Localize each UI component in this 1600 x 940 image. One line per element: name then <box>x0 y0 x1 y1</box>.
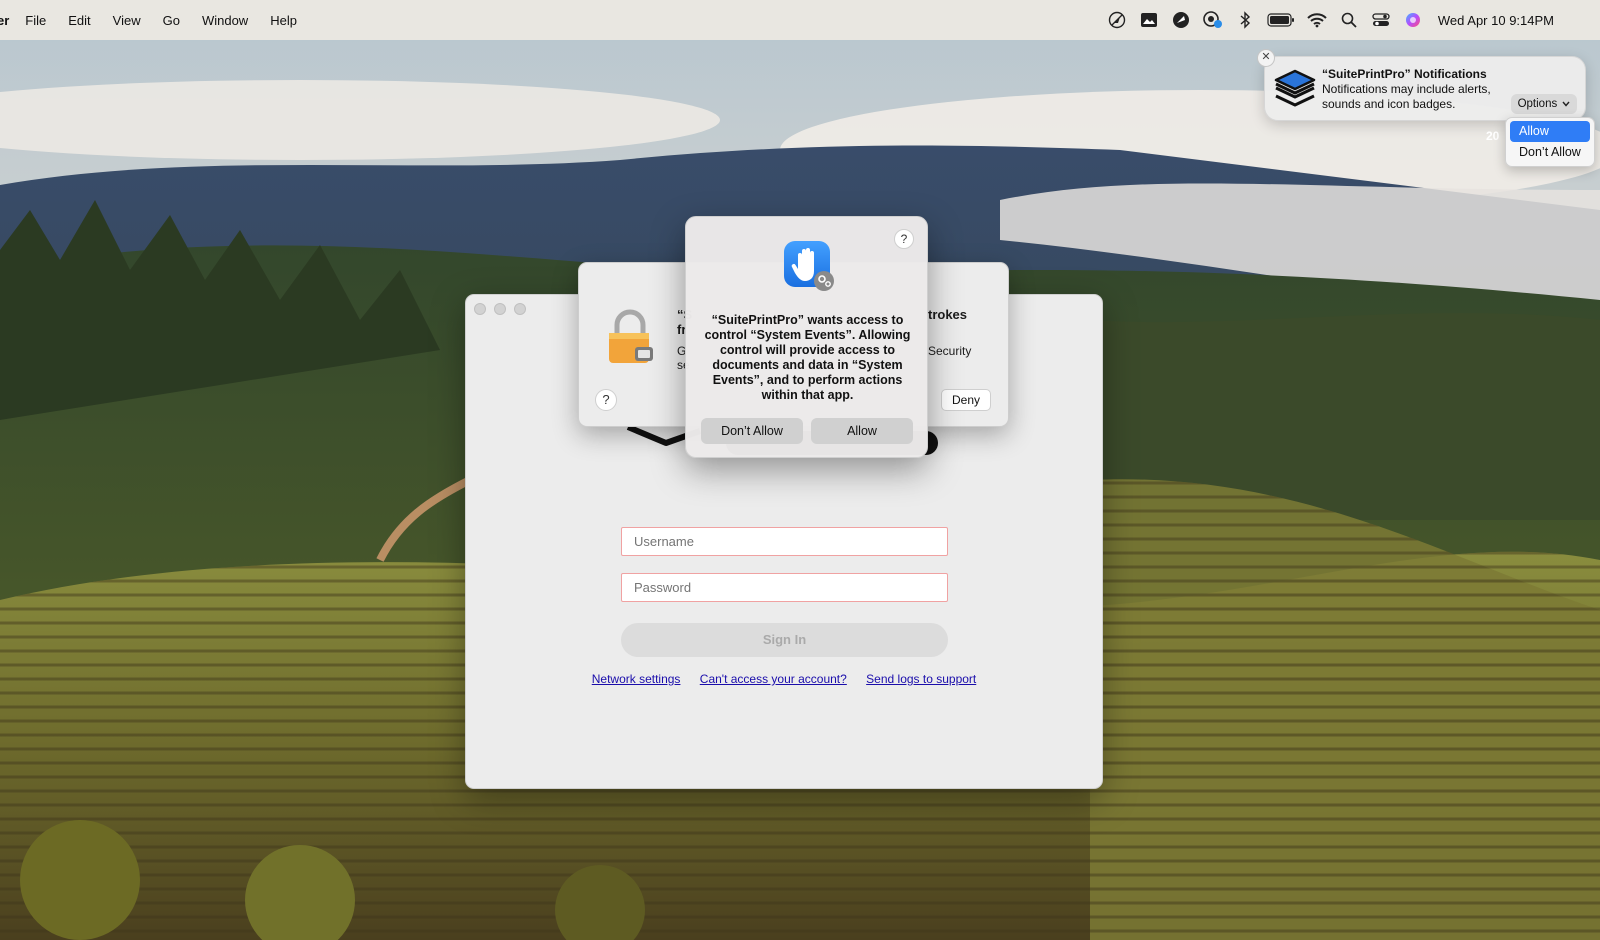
username-input[interactable] <box>621 527 948 556</box>
automation-access-dialog: ? “SuitePrintPro” wants access to contro… <box>685 216 928 458</box>
sign-in-button[interactable]: Sign In <box>621 623 948 657</box>
help-button[interactable]: ? <box>894 229 914 249</box>
menu-bar-left: er File Edit View Go Window Help <box>0 13 319 28</box>
option-allow[interactable]: Allow <box>1510 121 1590 142</box>
cloud-badge-icon[interactable] <box>1202 9 1224 31</box>
zoom-window-button[interactable] <box>514 303 526 315</box>
app-menu-name[interactable]: er <box>0 13 9 28</box>
no-location-icon[interactable] <box>1106 9 1128 31</box>
lock-icon <box>605 309 655 368</box>
clipped-widget-date: 20 <box>1486 129 1500 143</box>
dont-allow-button[interactable]: Don’t Allow <box>701 418 803 444</box>
wifi-icon[interactable] <box>1306 9 1328 31</box>
help-button[interactable]: ? <box>595 389 617 411</box>
chevron-down-icon <box>1562 94 1570 114</box>
battery-icon[interactable] <box>1266 9 1296 31</box>
send-logs-link[interactable]: Send logs to support <box>866 672 976 686</box>
menu-bar: er File Edit View Go Window Help Wed Apr… <box>0 0 1600 40</box>
menu-help[interactable]: Help <box>270 13 297 28</box>
app-layers-icon <box>1273 67 1317 114</box>
window-controls <box>474 303 526 315</box>
photo-icon[interactable] <box>1138 9 1160 31</box>
options-dropdown-menu: Allow Don’t Allow <box>1505 117 1595 167</box>
menu-view[interactable]: View <box>113 13 141 28</box>
cant-access-account-link[interactable]: Can't access your account? <box>700 672 847 686</box>
allow-button[interactable]: Allow <box>811 418 913 444</box>
dialog-body-fragment-3: Security <box>928 344 972 358</box>
menu-bar-status-area: Wed Apr 10 9:14PM <box>1096 0 1554 40</box>
menu-edit[interactable]: Edit <box>68 13 90 28</box>
privacy-hand-icon <box>782 239 836 298</box>
notification-title: “SuitePrintPro” Notifications <box>1322 67 1487 81</box>
notification-banner[interactable]: ✕ “SuitePrintPro” Notifications Notifica… <box>1257 49 1586 121</box>
menu-file[interactable]: File <box>25 13 46 28</box>
search-icon[interactable] <box>1338 9 1360 31</box>
menu-go[interactable]: Go <box>163 13 180 28</box>
option-dont-allow[interactable]: Don’t Allow <box>1510 142 1590 163</box>
app-icon[interactable] <box>1170 9 1192 31</box>
bluetooth-icon[interactable] <box>1234 9 1256 31</box>
dialog-title-fragment-3: trokes <box>928 307 968 322</box>
minimize-window-button[interactable] <box>494 303 506 315</box>
control-center-icon[interactable] <box>1370 9 1392 31</box>
access-request-message: “SuitePrintPro” wants access to control … <box>704 313 911 402</box>
network-settings-link[interactable]: Network settings <box>592 672 681 686</box>
options-label: Options <box>1517 98 1558 110</box>
close-icon[interactable]: ✕ <box>1257 49 1275 67</box>
notification-body: Notifications may include alerts, sounds… <box>1322 82 1491 111</box>
deny-button[interactable]: Deny <box>941 389 991 411</box>
login-links: Network settings Can't access your accou… <box>466 672 1102 686</box>
siri-icon[interactable] <box>1402 9 1424 31</box>
options-button[interactable]: Options <box>1511 94 1577 114</box>
menu-bar-clock[interactable]: Wed Apr 10 9:14PM <box>1438 13 1554 28</box>
close-window-button[interactable] <box>474 303 486 315</box>
password-input[interactable] <box>621 573 948 602</box>
menu-window[interactable]: Window <box>202 13 248 28</box>
